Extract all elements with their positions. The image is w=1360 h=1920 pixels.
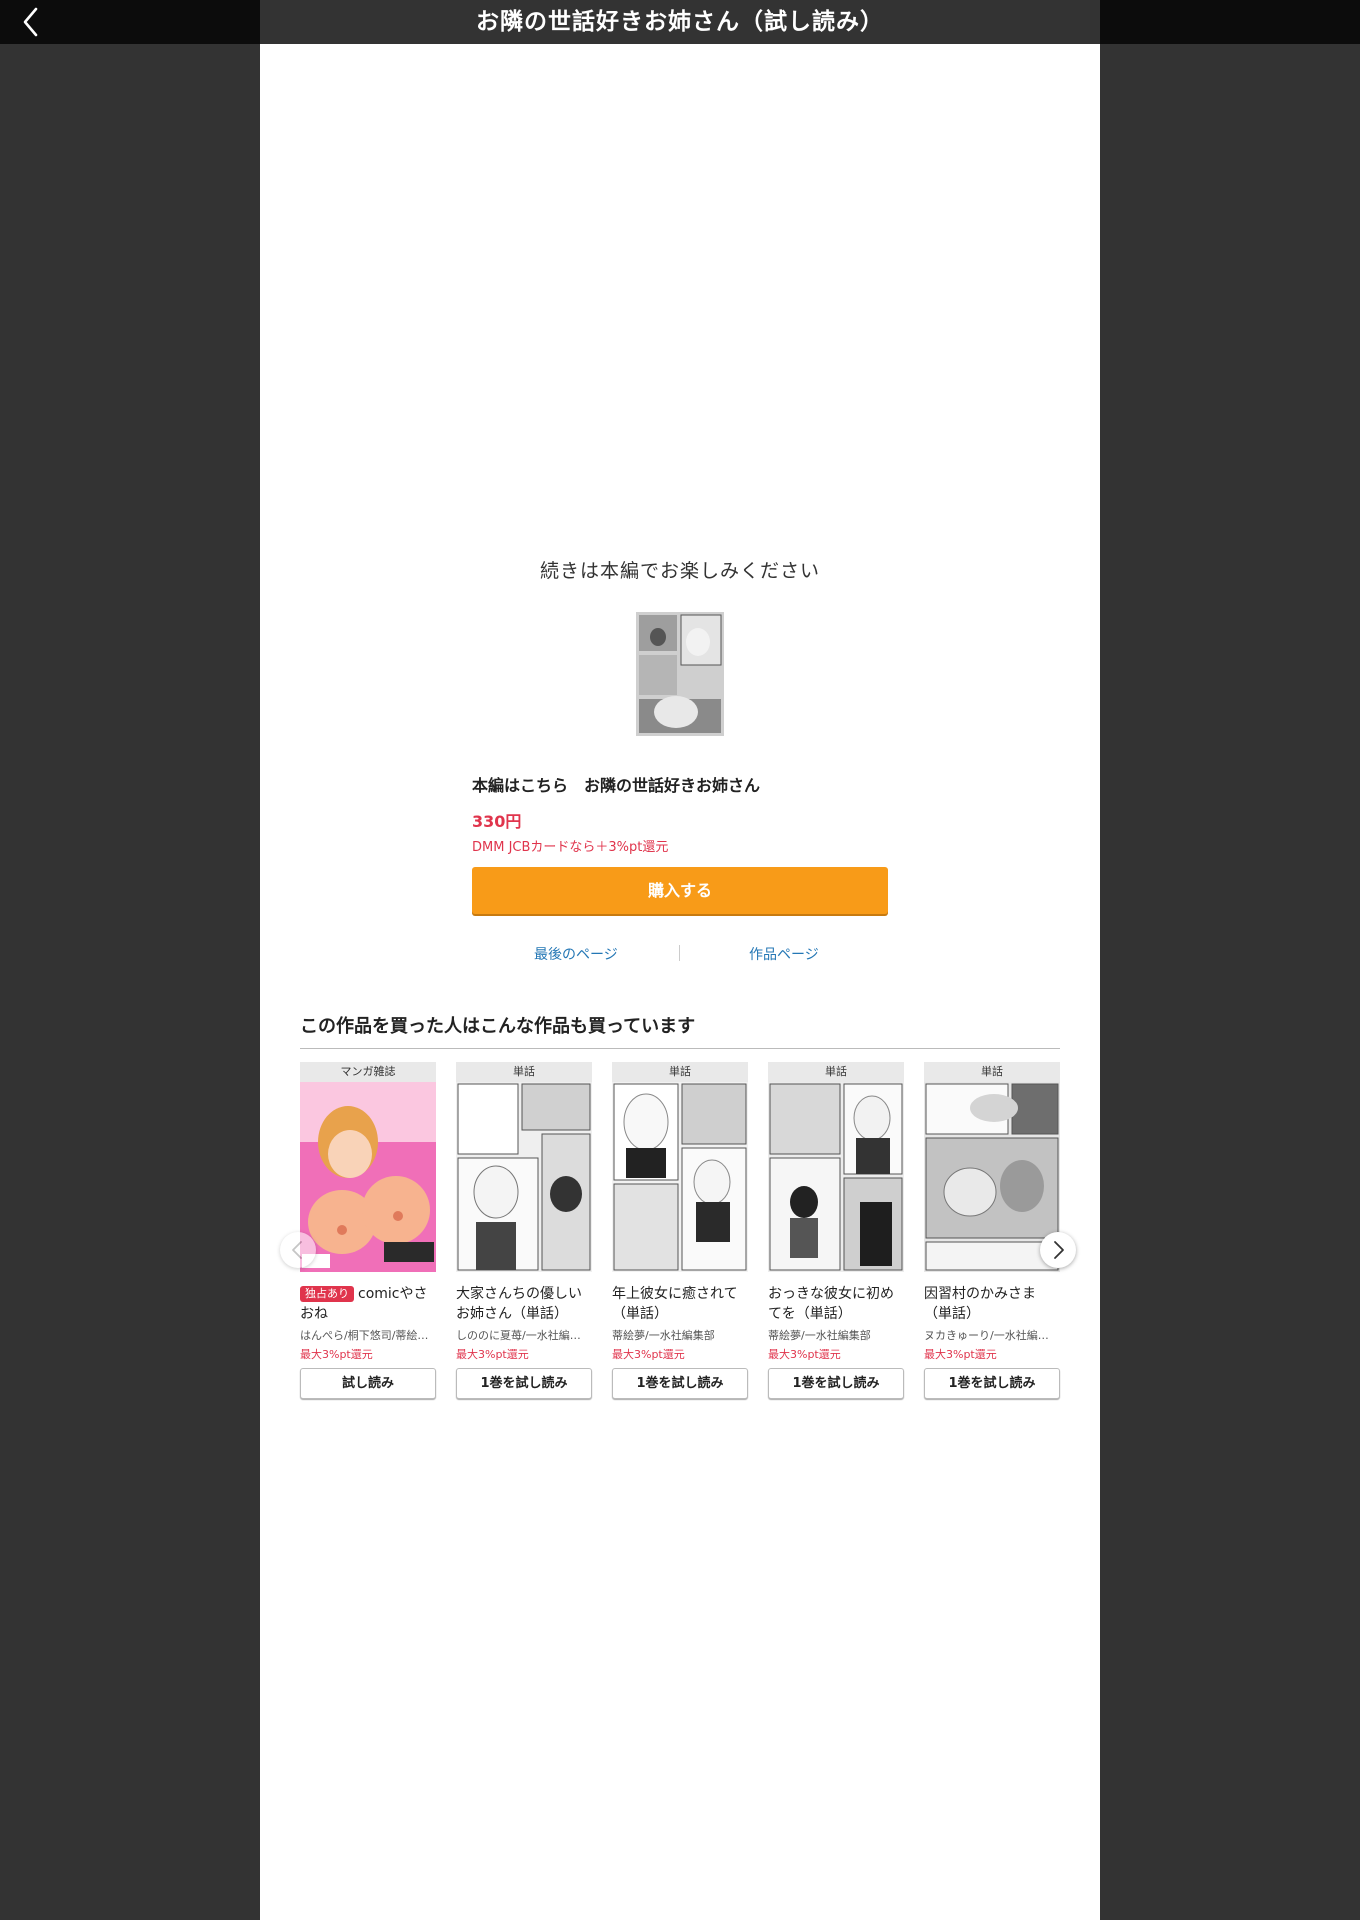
price: 330円: [472, 812, 522, 831]
item-cover[interactable]: [768, 1082, 904, 1272]
item-points: 最大3%pt還元: [612, 1348, 685, 1361]
item-author: 蒂絵夢/一水社編集部: [768, 1329, 871, 1342]
item-category-tag: 単話: [924, 1062, 1060, 1082]
recommend-item[interactable]: マンガ雑誌 独占あり comicやさおね はんぺら/桐下悠司/蒂絵… 最大3%pt…: [300, 1062, 436, 1399]
trial-read-button[interactable]: 1巻を試し読み: [924, 1368, 1060, 1399]
item-title[interactable]: おっきな彼女に初めてを（単話）: [768, 1284, 904, 1324]
item-title[interactable]: 大家さんちの優しいお姉さん（単話）: [456, 1284, 592, 1324]
item-points: 最大3%pt還元: [768, 1348, 841, 1361]
item-title[interactable]: 年上彼女に癒されて（単話）: [612, 1284, 748, 1324]
item-points: 最大3%pt還元: [924, 1348, 997, 1361]
chevron-left-icon: [292, 1241, 302, 1259]
trial-read-button[interactable]: 1巻を試し読み: [612, 1368, 748, 1399]
item-title[interactable]: 因習村のかみさま（単話）: [924, 1284, 1060, 1324]
item-author: 蒂絵夢/一水社編集部: [612, 1329, 715, 1342]
item-category-tag: マンガ雑誌: [300, 1062, 436, 1082]
trial-read-button[interactable]: 1巻を試し読み: [768, 1368, 904, 1399]
item-cover[interactable]: [300, 1082, 436, 1272]
end-page: 続きは本編でお楽しみください 本編はこちら お隣の世話好きお姉さん 330円 D…: [260, 44, 1100, 1920]
item-author: はんぺら/桐下悠司/蒂絵…: [300, 1329, 429, 1342]
item-author: しののに夏苺/一水社編…: [456, 1329, 581, 1342]
chevron-right-icon: [1054, 1241, 1064, 1259]
recommendation-heading: この作品を買った人はこんな作品も買っています: [300, 1012, 1060, 1049]
recommend-item[interactable]: 単話 おっきな彼女に初めてを（単話） 蒂絵夢/一水社編集部 最大3%pt還元 1…: [768, 1062, 904, 1399]
continue-message: 続きは本編でお楽しみください: [539, 560, 820, 582]
link-divider: [679, 945, 680, 961]
carousel-next-button[interactable]: [1040, 1232, 1076, 1268]
carousel-prev-button[interactable]: [280, 1232, 316, 1268]
item-cover[interactable]: [612, 1082, 748, 1272]
back-button[interactable]: [14, 5, 48, 39]
top-bar: お隣の世話好きお姉さん（試し読み）: [0, 0, 1360, 44]
main-cover-thumbnail[interactable]: [636, 612, 724, 736]
card-points-note: DMM JCBカードなら＋3%pt還元: [472, 840, 669, 855]
recommend-item[interactable]: 単話 年上彼女に癒されて（単話） 蒂絵夢/一水社編集部 最大3%pt還元 1巻を…: [612, 1062, 748, 1399]
viewer-title: お隣の世話好きお姉さん（試し読み）: [260, 0, 1100, 44]
item-category-tag: 単話: [456, 1062, 592, 1082]
item-title[interactable]: 独占あり comicやさおね: [300, 1284, 436, 1324]
trial-read-button[interactable]: 試し読み: [300, 1368, 436, 1399]
trial-read-button[interactable]: 1巻を試し読み: [456, 1368, 592, 1399]
exclusive-badge: 独占あり: [300, 1286, 354, 1302]
item-points: 最大3%pt還元: [300, 1348, 373, 1361]
item-points: 最大3%pt還元: [456, 1348, 529, 1361]
item-cover[interactable]: [456, 1082, 592, 1272]
recommend-item[interactable]: 単話 大家さんちの優しいお姉さん（単話） しののに夏苺/一水社編… 最大3%pt…: [456, 1062, 592, 1399]
item-category-tag: 単話: [612, 1062, 748, 1082]
recommend-item[interactable]: 単話 因習村のかみさま（単話） ヌカきゅーり/一水社編… 最大3%pt還元 1巻…: [924, 1062, 1060, 1399]
buy-button[interactable]: 購入する: [472, 867, 888, 914]
chevron-left-icon: [23, 7, 38, 37]
last-page-link[interactable]: 最後のページ: [534, 944, 618, 964]
item-category-tag: 単話: [768, 1062, 904, 1082]
main-work-title: 本編はこちら お隣の世話好きお姉さん: [472, 776, 761, 795]
item-author: ヌカきゅーり/一水社編…: [924, 1329, 1049, 1342]
work-page-link[interactable]: 作品ページ: [749, 944, 819, 964]
